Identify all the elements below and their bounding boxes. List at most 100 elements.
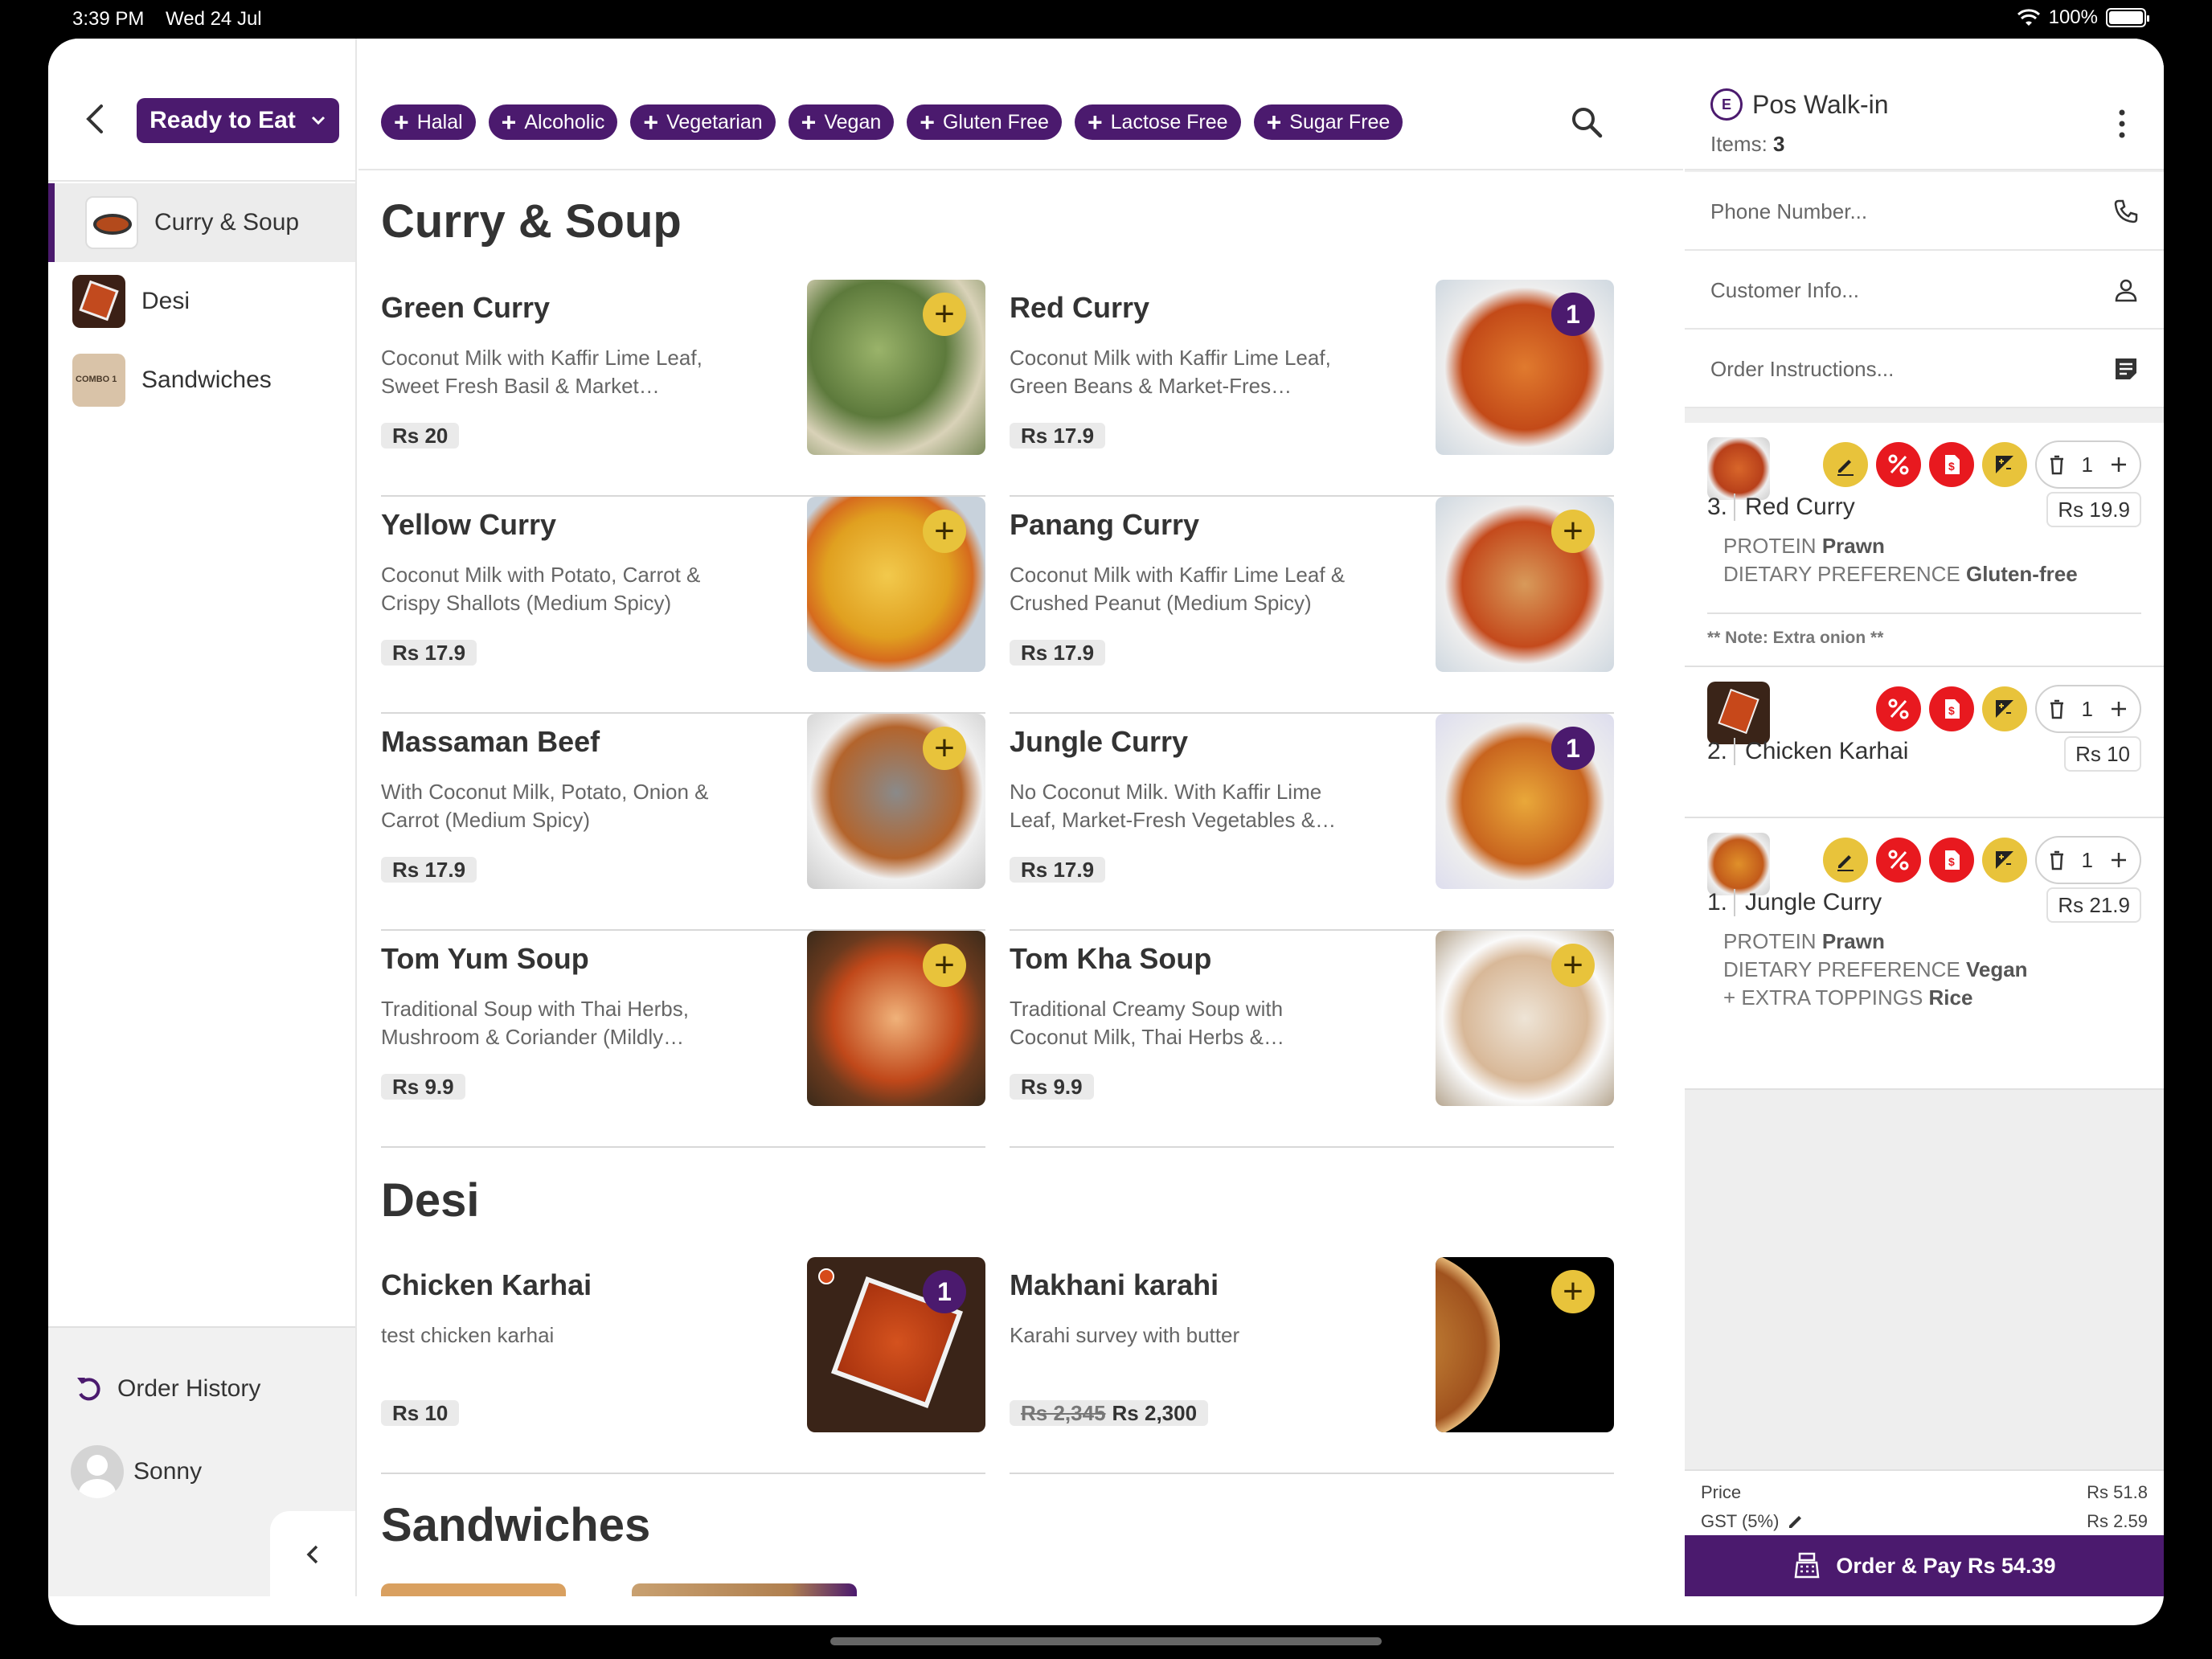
edit-button[interactable] <box>1822 838 1868 883</box>
quantity-value: 1 <box>2081 452 2093 477</box>
add-button[interactable]: + <box>923 727 966 770</box>
quantity-badge[interactable]: 1 <box>1551 727 1595 770</box>
section-title: Curry & Soup <box>381 195 682 248</box>
item-price: Rs 10 <box>381 1400 460 1426</box>
discount-button[interactable] <box>1875 442 1921 487</box>
cart-line-chicken-karhai[interactable]: $ 1 2. Chicken Karhai Rs 10 <box>1685 667 2164 818</box>
line-name: Chicken Karhai <box>1745 738 1909 764</box>
plus-icon[interactable] <box>2109 850 2128 870</box>
quantity-stepper[interactable]: 1 <box>2034 685 2141 733</box>
price-override-button[interactable]: $ <box>1928 686 1974 731</box>
filter-chip-vegetarian[interactable]: + Vegetarian <box>630 104 776 140</box>
edit-icon[interactable] <box>1787 1513 1804 1530</box>
item-name: Massaman Beef <box>381 725 600 758</box>
item-description: Coconut Milk with Kaffir Lime Leaf & Cru… <box>1010 563 1346 615</box>
gst-label: GST (5%) <box>1701 1511 1780 1531</box>
price-tag-icon: $ <box>1944 455 1960 474</box>
filter-chip-alcoholic[interactable]: + Alcoholic <box>488 104 618 140</box>
edit-button[interactable] <box>1822 442 1868 487</box>
menu-item-massaman-beef[interactable]: Massaman Beef With Coconut Milk, Potato,… <box>381 714 985 931</box>
menu-item-makhani-karahi[interactable]: Makhani karahi Karahi survey with butter… <box>1010 1257 1614 1474</box>
chevron-left-icon <box>306 1545 318 1564</box>
trash-icon[interactable] <box>2048 698 2066 719</box>
add-button[interactable]: + <box>923 510 966 553</box>
filter-chip-halal[interactable]: + Halal <box>381 104 476 140</box>
order-pay-button[interactable]: Order & Pay Rs 54.39 <box>1685 1535 2164 1596</box>
sandwich-item-image[interactable] <box>632 1583 857 1596</box>
discount-button[interactable] <box>1875 838 1921 883</box>
plus-icon[interactable] <box>2109 455 2128 474</box>
discount-button[interactable] <box>1875 686 1921 731</box>
chip-label: Vegan <box>824 110 882 133</box>
cart-title: Pos Walk-in <box>1752 89 1889 119</box>
order-instructions-field[interactable]: Order Instructions... <box>1685 330 2164 408</box>
add-button[interactable]: + <box>923 944 966 987</box>
order-history-label: Order History <box>117 1375 261 1402</box>
home-indicator[interactable] <box>830 1637 1382 1645</box>
trash-icon[interactable] <box>2048 454 2066 475</box>
filter-chip-gluten-free[interactable]: + Gluten Free <box>907 104 1062 140</box>
search-icon[interactable] <box>1569 104 1604 140</box>
cart-item-thumbnail <box>1707 437 1770 500</box>
phone-number-field[interactable]: Phone Number... <box>1685 172 2164 251</box>
customer-info-field[interactable]: Customer Info... <box>1685 251 2164 330</box>
more-options-icon[interactable] <box>2119 109 2125 138</box>
item-description: Traditional Creamy Soup with Coconut Mil… <box>1010 997 1284 1049</box>
add-button[interactable]: + <box>1551 1270 1595 1313</box>
exposure-button[interactable] <box>1981 442 2027 487</box>
cart-line-jungle-curry[interactable]: $ 1 1. Jungle Curry Rs 21.9 PROTEIN Praw… <box>1685 818 2164 1090</box>
plus-minus-icon <box>1995 456 2013 473</box>
menu-item-green-curry[interactable]: Green Curry Coconut Milk with Kaffir Lim… <box>381 280 985 497</box>
menu-item-tom-yum-soup[interactable]: Tom Yum Soup Traditional Soup with Thai … <box>381 931 985 1148</box>
filter-chip-lactose-free[interactable]: + Lactose Free <box>1074 104 1241 140</box>
price-override-button[interactable]: $ <box>1928 838 1974 883</box>
back-button[interactable] <box>74 98 116 140</box>
plus-icon: + <box>643 108 659 137</box>
line-price: Rs 19.9 <box>2046 492 2141 527</box>
exposure-button[interactable] <box>1981 838 2027 883</box>
filter-chip-vegan[interactable]: + Vegan <box>788 104 895 140</box>
add-button[interactable]: + <box>1551 944 1595 987</box>
menu-item-panang-curry[interactable]: Panang Curry Coconut Milk with Kaffir Li… <box>1010 497 1614 714</box>
sidebar-item-desi[interactable]: Desi <box>48 262 355 341</box>
item-description: Coconut Milk with Kaffir Lime Leaf, Swee… <box>381 346 703 398</box>
menu-item-chicken-karhai[interactable]: Chicken Karhai test chicken karhai Rs 10… <box>381 1257 985 1474</box>
menu-item-jungle-curry[interactable]: Jungle Curry No Coconut Milk. With Kaffi… <box>1010 714 1614 931</box>
add-button[interactable]: + <box>923 293 966 336</box>
menu-item-tom-kha-soup[interactable]: Tom Kha Soup Traditional Creamy Soup wit… <box>1010 931 1614 1148</box>
item-description: Coconut Milk with Kaffir Lime Leaf, Gree… <box>1010 346 1331 398</box>
menu-item-red-curry[interactable]: Red Curry Coconut Milk with Kaffir Lime … <box>1010 280 1614 497</box>
mode-dropdown[interactable]: Ready to Eat <box>137 98 339 143</box>
collapse-sidebar-button[interactable] <box>270 1511 355 1598</box>
cart-line-red-curry[interactable]: $ 1 3. Red Curry Rs 19.9 PROTEIN Prawn D… <box>1685 423 2164 667</box>
filter-chip-sugar-free[interactable]: + Sugar Free <box>1253 104 1403 140</box>
quantity-badge[interactable]: 1 <box>1551 293 1595 336</box>
item-name: Yellow Curry <box>381 508 557 541</box>
user-profile[interactable]: Sonny <box>71 1445 202 1498</box>
price-override-button[interactable]: $ <box>1928 442 1974 487</box>
menu-panel: + Halal + Alcoholic + Vegetarian + Vegan + Gl… <box>358 39 1683 1596</box>
sidebar-item-curry-soup[interactable]: Curry & Soup <box>48 183 355 262</box>
sidebar-item-sandwiches[interactable]: COMBO 1 Sandwiches <box>48 341 355 420</box>
menu-item-yellow-curry[interactable]: Yellow Curry Coconut Milk with Potato, C… <box>381 497 985 714</box>
category-sidebar: Ready to Eat Curry & Soup Desi COMBO 1 S… <box>48 39 357 1598</box>
status-time: 3:39 PM <box>72 8 145 30</box>
phone-placeholder: Phone Number... <box>1710 199 1868 223</box>
section-title: Desi <box>381 1174 480 1227</box>
plus-icon: + <box>920 108 935 137</box>
add-button[interactable]: + <box>1551 510 1595 553</box>
order-history-link[interactable]: Order History <box>72 1373 260 1405</box>
quantity-badge[interactable]: 1 <box>923 1270 966 1313</box>
line-name: Red Curry <box>1745 494 1855 520</box>
sandwich-item-image[interactable] <box>381 1583 566 1596</box>
item-description: test chicken karhai <box>381 1323 555 1347</box>
plus-minus-icon <box>1995 700 2013 718</box>
trash-icon[interactable] <box>2048 850 2066 870</box>
plus-icon[interactable] <box>2109 699 2128 719</box>
user-name: Sonny <box>133 1458 203 1485</box>
quantity-stepper[interactable]: 1 <box>2034 440 2141 489</box>
quantity-stepper[interactable]: 1 <box>2034 836 2141 884</box>
plus-icon: + <box>501 108 517 137</box>
avatar <box>71 1445 124 1498</box>
exposure-button[interactable] <box>1981 686 2027 731</box>
